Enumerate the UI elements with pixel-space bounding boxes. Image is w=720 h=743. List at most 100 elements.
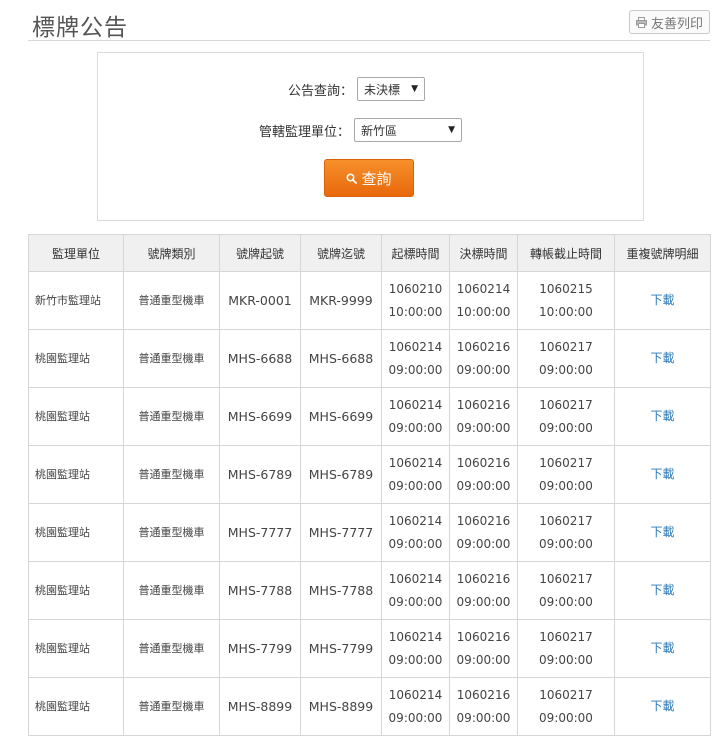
print-button[interactable]: 友善列印 — [628, 10, 710, 34]
cell-start: MHS-6688 — [219, 329, 301, 388]
cell-start: MHS-6699 — [219, 387, 301, 446]
col-header-award: 決標時間 — [449, 234, 518, 272]
award-time: 10:00:00 — [456, 304, 511, 319]
col-header-bid-start: 起標時間 — [381, 234, 450, 272]
bid-start-time: 09:00:00 — [388, 478, 443, 493]
deadline-time: 09:00:00 — [539, 710, 593, 725]
cell-bid-start: 1060214 09:00:00 — [381, 561, 450, 620]
award-time: 09:00:00 — [456, 594, 511, 609]
cell-award: 1060216 09:00:00 — [449, 503, 518, 562]
print-button-label: 友善列印 — [650, 16, 703, 32]
award-time: 09:00:00 — [456, 420, 511, 435]
bid-start-time: 09:00:00 — [388, 420, 443, 435]
table-row: 桃園監理站 普通重型機車 MHS-7799 MHS-7799 1060214 09… — [28, 619, 711, 678]
deadline-date: 1060215 — [539, 281, 593, 296]
award-date: 1060216 — [456, 629, 511, 644]
query-panel: 公告查詢： 未決標 ▼ 管轄監理單位： 新竹區 ▼ 查詢 — [97, 52, 644, 221]
announce-query-value: 未決標 — [364, 82, 401, 97]
download-link[interactable]: 下載 — [650, 467, 674, 481]
cell-unit: 桃園監理站 — [28, 329, 124, 388]
cell-award: 1060216 09:00:00 — [449, 677, 518, 736]
cell-award: 1060216 09:00:00 — [449, 387, 518, 446]
download-link[interactable]: 下載 — [650, 351, 674, 365]
cell-end: MHS-7788 — [300, 561, 382, 620]
office-label: 管轄監理單位： — [259, 124, 351, 140]
cell-bid-start: 1060210 10:00:00 — [381, 271, 450, 330]
search-button[interactable]: 查詢 — [324, 159, 414, 197]
bid-start-date: 1060214 — [388, 339, 443, 354]
page: 標牌公告 友善列印 公告查詢： 未決標 ▼ 管轄監理單位： 新竹區 ▼ 查詢 監… — [0, 0, 720, 743]
deadline-time: 09:00:00 — [539, 594, 593, 609]
chevron-down-icon: ▼ — [411, 84, 419, 94]
cell-award: 1060216 09:00:00 — [449, 329, 518, 388]
bid-start-date: 1060214 — [388, 629, 443, 644]
col-header-start: 號牌起號 — [219, 234, 301, 272]
cell-start: MHS-6789 — [219, 445, 301, 504]
deadline-date: 1060217 — [539, 455, 593, 470]
award-time: 09:00:00 — [456, 710, 511, 725]
cell-bid-start: 1060214 09:00:00 — [381, 445, 450, 504]
deadline-time: 09:00:00 — [539, 652, 593, 667]
table-row: 桃園監理站 普通重型機車 MHS-7777 MHS-7777 1060214 09… — [28, 503, 711, 562]
cell-deadline: 1060217 09:00:00 — [517, 387, 615, 446]
cell-start: MKR-0001 — [219, 271, 301, 330]
download-link[interactable]: 下載 — [650, 699, 674, 713]
search-button-label: 查詢 — [361, 169, 392, 188]
cell-end: MHS-6699 — [300, 387, 382, 446]
deadline-date: 1060217 — [539, 513, 593, 528]
cell-type: 普通重型機車 — [123, 271, 220, 330]
office-select[interactable]: 新竹區 ▼ — [354, 118, 463, 142]
cell-unit: 桃園監理站 — [28, 387, 124, 446]
announce-query-row: 公告查詢： 未決標 ▼ — [288, 77, 426, 101]
table-row: 新竹市監理站 普通重型機車 MKR-0001 MKR-9999 1060210 1… — [28, 271, 711, 330]
download-link[interactable]: 下載 — [650, 409, 674, 423]
deadline-time: 10:00:00 — [539, 304, 593, 319]
cell-end: MKR-9999 — [300, 271, 382, 330]
search-icon — [346, 172, 358, 184]
cell-unit: 桃園監理站 — [28, 619, 124, 678]
award-time: 09:00:00 — [456, 478, 511, 493]
cell-detail: 下載 — [614, 445, 711, 504]
cell-detail: 下載 — [614, 619, 711, 678]
cell-type: 普通重型機車 — [123, 677, 220, 736]
cell-deadline: 1060217 09:00:00 — [517, 445, 615, 504]
cell-deadline: 1060217 09:00:00 — [517, 561, 615, 620]
award-time: 09:00:00 — [456, 536, 511, 551]
cell-bid-start: 1060214 09:00:00 — [381, 329, 450, 388]
page-title: 標牌公告 — [32, 15, 128, 41]
table-header-row: 監理單位 號牌類別 號牌起號 號牌迄號 起標時間 決標時間 轉帳截止時間 重複號… — [28, 234, 711, 272]
bid-start-date: 1060214 — [388, 513, 443, 528]
cell-unit: 新竹市監理站 — [28, 271, 124, 330]
cell-unit: 桃園監理站 — [28, 561, 124, 620]
printer-icon — [635, 16, 647, 28]
cell-type: 普通重型機車 — [123, 387, 220, 446]
col-header-unit: 監理單位 — [28, 234, 124, 272]
cell-end: MHS-7777 — [300, 503, 382, 562]
deadline-time: 09:00:00 — [539, 536, 593, 551]
bid-start-date: 1060214 — [388, 571, 443, 586]
cell-award: 1060214 10:00:00 — [449, 271, 518, 330]
cell-bid-start: 1060214 09:00:00 — [381, 503, 450, 562]
cell-unit: 桃園監理站 — [28, 677, 124, 736]
download-link[interactable]: 下載 — [650, 641, 674, 655]
download-link[interactable]: 下載 — [650, 583, 674, 597]
cell-award: 1060216 09:00:00 — [449, 619, 518, 678]
deadline-time: 09:00:00 — [539, 420, 593, 435]
bid-start-date: 1060210 — [388, 281, 443, 296]
table-row: 桃園監理站 普通重型機車 MHS-6699 MHS-6699 1060214 09… — [28, 387, 711, 446]
col-header-end: 號牌迄號 — [300, 234, 382, 272]
announce-query-select[interactable]: 未決標 ▼ — [357, 77, 426, 101]
download-link[interactable]: 下載 — [650, 525, 674, 539]
download-link[interactable]: 下載 — [650, 293, 674, 307]
award-time: 09:00:00 — [456, 652, 511, 667]
chevron-down-icon: ▼ — [448, 125, 456, 135]
cell-end: MHS-7799 — [300, 619, 382, 678]
col-header-detail: 重複號牌明細 — [614, 234, 711, 272]
table-row: 桃園監理站 普通重型機車 MHS-8899 MHS-8899 1060214 09… — [28, 677, 711, 736]
deadline-time: 09:00:00 — [539, 362, 593, 377]
cell-detail: 下載 — [614, 561, 711, 620]
table-row: 桃園監理站 普通重型機車 MHS-7788 MHS-7788 1060214 09… — [28, 561, 711, 620]
col-header-deadline: 轉帳截止時間 — [517, 234, 615, 272]
cell-unit: 桃園監理站 — [28, 503, 124, 562]
award-date: 1060216 — [456, 339, 511, 354]
